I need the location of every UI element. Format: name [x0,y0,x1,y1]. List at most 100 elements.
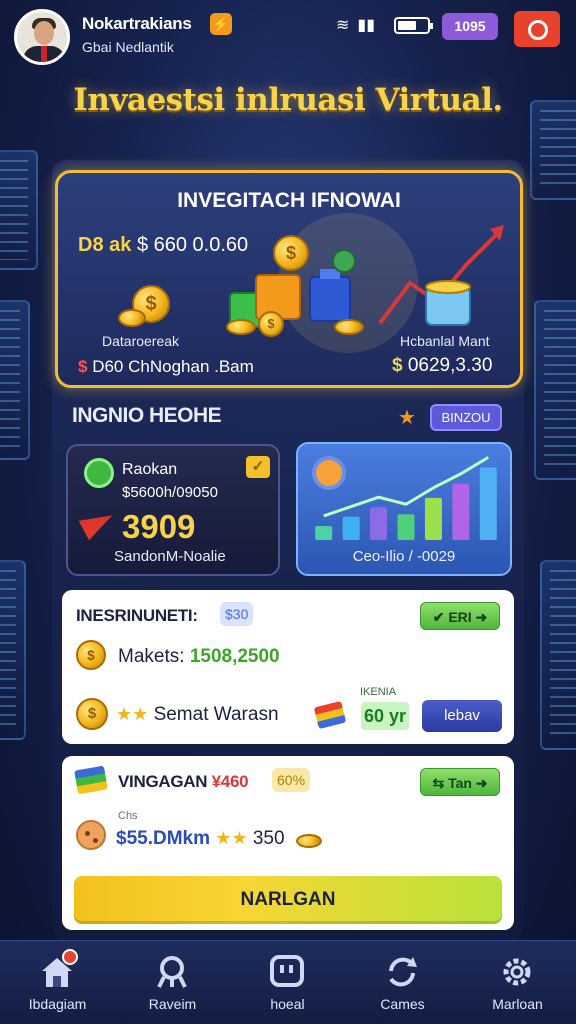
nav-label: Marloan [492,996,543,1012]
coin-icon [118,309,146,327]
nav-label: Ibdagiam [28,996,87,1012]
price-count: 350 [252,828,285,849]
panel-title: VINGAGAN ¥460 [118,772,249,792]
status-bar: ≋ ▮▮ [336,15,383,35]
panel-tag: $30 [220,602,254,626]
bottom-nav: Ibdagiam Raveim hoeal Cames Marloan [0,940,576,1024]
bolt-icon[interactable]: ⚡ [210,13,232,35]
nav-item-chat[interactable]: hoeal [230,941,345,1024]
dollar-sign: $ [392,355,403,376]
panel-tag: 60% [272,768,311,792]
user-subtitle: Gbai Nedlantik [82,39,174,55]
stars-icon: ★★ [215,828,248,848]
check-icon[interactable]: ✓ [246,456,270,478]
chart-bar [315,525,333,540]
card-value: 3909 [122,508,196,545]
section-action-button[interactable]: BINZOU [430,404,502,431]
coin-icon: $ [258,311,284,337]
arrow-icon [78,505,118,541]
nav-item-games[interactable]: Cames [345,941,460,1024]
card-footer: SandonM-Noalie [114,548,226,565]
card-sub: $5600h/09050 [122,484,218,501]
chart-card[interactable]: Ceo-Ilio / -0029 [296,442,512,576]
background-server-panel [0,560,26,740]
power-button[interactable] [514,11,560,47]
avatar[interactable] [14,9,70,65]
hero-card[interactable]: INVEGITACH IFNOWAI D8 ak $ 660 0.0.60 $ … [55,170,523,388]
chat-icon [270,955,304,987]
coin-icon [296,834,322,848]
chart-bar [342,516,360,540]
nav-label: Raveim [148,996,197,1012]
coin-counter[interactable]: 1095 [442,13,498,40]
hero-right-amount: 0629,3.30 [407,355,493,376]
markets-value: 1508,2500 [189,646,280,667]
investment-panel: INESRINUNETI: $30 ✔ ERI ➜ $ Makets: 1508… [62,590,514,744]
rocket-icon [157,956,187,988]
invest-button[interactable]: lebav [422,700,502,732]
green-badge-icon [84,458,114,488]
small-label: Chs [118,810,138,822]
small-label: IKENIA [360,686,397,698]
trade-button-label: Tan [448,775,472,791]
cta-button[interactable]: NARLGAN [74,876,502,924]
nav-label: hoeal [270,996,305,1012]
nav-item-rocket[interactable]: Raveim [115,941,230,1024]
coin-icon: $ [273,235,309,271]
markets-row: Makets: 1508,2500 [118,646,280,668]
nav-item-home[interactable]: Ibdagiam [0,941,115,1024]
hero-right-value: $ 0629,3.30 [392,355,492,377]
rating-row: ★★ Semat Warasn [116,704,279,726]
chart-bar [424,497,442,540]
cookie-icon [76,820,106,850]
bar-chart [315,456,497,540]
user-name: Nokartrakians [82,14,192,33]
hero-left-value: $ D60 ChNoghan .Bam [78,357,254,377]
edit-button-label: ERI [448,609,472,625]
chart-footer: Ceo-Ilio / -0029 [352,548,456,565]
coin-icon [226,319,256,335]
wifi-icon: ≋ [336,17,350,34]
app-title: Invaestsi inlruasi Virtual. [73,82,503,118]
chart-bar [452,483,470,540]
chart-bar [397,514,415,540]
star-icon: ★ [398,407,416,429]
background-server-panel [0,300,30,460]
price-value: $55.DMkm [116,828,210,849]
stars-icon: ★★ [116,704,149,724]
nav-label: Cames [380,996,425,1012]
background-server-panel [540,560,576,750]
hero-left-label: Dataroereak [102,333,180,349]
books-icon [74,765,108,795]
markets-label: Makets: [118,646,185,667]
battery-icon [394,17,433,34]
coin-icon: $ [76,640,106,670]
panel2-price: ¥460 [211,772,249,791]
panel-title: INESRINUNETI: [76,606,198,625]
card-name: Raokan [122,461,178,478]
dollar-sign: $ [78,357,88,376]
top-header: Nokartrakians ⚡ Gbai Nedlantik ≋ ▮▮ 1095 [0,0,576,76]
background-server-panel [534,300,576,480]
signal-icon: ▮▮ [357,17,376,34]
gift-box-blue [309,276,351,322]
coin-icon [334,319,364,335]
chart-bar [370,507,388,540]
gear-icon [503,958,531,986]
portfolio-card[interactable]: Raokan ✓ $5600h/09050 3909 SandonM-Noali… [66,444,280,576]
books-icon [313,700,347,730]
price-row: $55.DMkm ★★ 350 [116,828,285,850]
section-title: INGNIO HEOHE [72,404,222,427]
nav-item-settings[interactable]: Marloan [460,941,575,1024]
notification-badge [62,949,78,965]
swap-icon [389,957,417,987]
background-server-panel [0,150,38,270]
hero-right-label: Hcbanlal Mant [400,333,490,349]
hero-left-amount: D60 ChNoghan .Bam [92,357,254,376]
rating-label: Semat Warasn [153,704,279,725]
years-pill: 60 yr [361,702,409,730]
coin-icon: $ [76,698,108,730]
edit-button[interactable]: ✔ ERI ➜ [420,602,500,630]
trade-button[interactable]: ⇆ Tan ➜ [420,768,500,796]
vintage-panel: VINGAGAN ¥460 60% ⇆ Tan ➜ Chs $55.DMkm ★… [62,756,514,930]
